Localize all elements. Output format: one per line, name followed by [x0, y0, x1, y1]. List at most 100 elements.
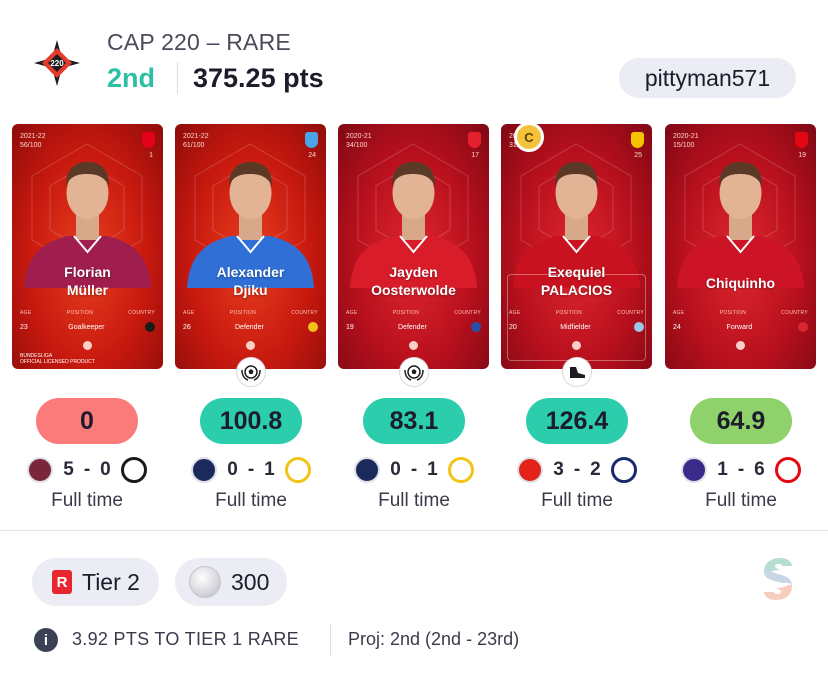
position-label: POSITION [392, 310, 420, 316]
match-status: Full time [378, 490, 450, 511]
tier-progress-text: 3.92 PTS TO TIER 1 RARE [72, 629, 299, 649]
match-status: Full time [215, 490, 287, 511]
player-first-name: Florian [64, 264, 111, 280]
position-label: POSITION [229, 310, 257, 316]
jersey-number: 1 [149, 152, 153, 159]
player-last-name: Chiquinho [705, 275, 776, 291]
away-score: 1 [264, 459, 275, 480]
card-season-year: 2021-22 [183, 133, 209, 140]
coins-value: 300 [231, 568, 270, 595]
info-icon[interactable]: i [34, 628, 58, 652]
west-ham-crest-icon [27, 457, 54, 483]
rare-tier-icon: R [52, 570, 72, 594]
soccer-ball-wreath-icon[interactable] [236, 357, 266, 387]
score-dash: - [247, 459, 255, 480]
match-result[interactable]: 5 - 0 [17, 456, 157, 484]
benfica-crest-icon [774, 457, 801, 483]
player-card[interactable]: 2020-21 15/100 19 Chiquinho AGE POSITION… [665, 124, 816, 369]
age-label: AGE [346, 310, 358, 316]
lineup-screen: 220 CAP 220 – RARE 2nd 375.25 pts pittym… [0, 0, 828, 682]
age-label: AGE [509, 310, 521, 316]
tier-pill[interactable]: R Tier 2 [32, 558, 159, 606]
match-result[interactable]: 3 - 2 [507, 456, 647, 484]
player-name: Chiquinho [665, 274, 816, 292]
player-position: Forward [726, 323, 753, 331]
rank-label: 2nd [107, 63, 156, 93]
card-stat-labels: AGE POSITION COUNTRY [509, 310, 644, 316]
tier-label: Tier 2 [82, 568, 140, 595]
home-score: 1 [717, 459, 728, 480]
country-flag-icon [308, 322, 318, 332]
match-result[interactable]: 1 - 6 [671, 456, 811, 484]
score-dash: - [737, 459, 745, 480]
player-age: 19 [346, 323, 354, 331]
age-label: AGE [183, 310, 195, 316]
match-result[interactable]: 0 - 1 [344, 456, 484, 484]
home-score: 0 [390, 459, 401, 480]
fenerbahce-crest-icon [191, 457, 218, 483]
player-score[interactable]: 0 [36, 398, 138, 444]
football-boot-icon[interactable] [562, 357, 592, 387]
card-stat-values: 19 Defender [346, 322, 481, 332]
card-stat-labels: AGE POSITION COUNTRY [346, 310, 481, 316]
player-position: Defender [398, 323, 427, 331]
competition-logo-text: 220 [50, 59, 64, 68]
header-separator [177, 62, 178, 94]
away-score: 6 [754, 459, 765, 480]
player-card[interactable]: 2021-22 61/100 24 Alexander Djiku AGE PO… [175, 124, 326, 369]
player-score[interactable]: 126.4 [526, 398, 628, 444]
leverkusen-crest-icon [517, 457, 544, 483]
player-first-name: Alexander [216, 264, 285, 280]
competition-title: CAP 220 – RARE [107, 29, 291, 55]
card-serial: 34/100 [346, 142, 368, 149]
player-last-name: Djiku [233, 282, 268, 298]
card-rarity-dot [736, 341, 745, 350]
player-score[interactable]: 83.1 [363, 398, 465, 444]
position-label: POSITION [719, 310, 747, 316]
player-age: 20 [509, 323, 517, 331]
coins-pill[interactable]: 300 [175, 558, 287, 606]
away-score: 2 [590, 459, 601, 480]
match-status: Full time [541, 490, 613, 511]
soccer-ball-wreath-icon[interactable] [399, 357, 429, 387]
card-stat-values: 20 Midfielder [509, 322, 644, 332]
card-stat-values: 26 Defender [183, 322, 318, 332]
away-score: 1 [427, 459, 438, 480]
score-dash: - [83, 459, 91, 480]
card-season: 2020-21 34/100 [346, 132, 372, 150]
club-crest-icon [795, 132, 808, 148]
card-rarity-dot [83, 341, 92, 350]
sorare-logo-icon [764, 558, 792, 600]
player-card[interactable]: 2020-21 34/100 17 Jayden Oosterwolde AGE… [338, 124, 489, 369]
player-first-name: Exequiel [547, 264, 606, 280]
card-stat-labels: AGE POSITION COUNTRY [673, 310, 808, 316]
age-label: AGE [20, 310, 32, 316]
card-season: 2021-22 61/100 [183, 132, 209, 150]
player-position: Midfielder [560, 323, 591, 331]
country-label: COUNTRY [781, 310, 808, 316]
player-age: 23 [20, 323, 28, 331]
player-score[interactable]: 64.9 [690, 398, 792, 444]
player-position: Defender [235, 323, 264, 331]
card-season: 2020-21 15/100 [673, 132, 699, 150]
match-result[interactable]: 0 - 1 [181, 456, 321, 484]
player-name: Exequiel PALACIOS [501, 263, 652, 299]
card-season: 2021-22 56/100 [20, 132, 46, 150]
player-card[interactable]: 2021-22 56/100 1 Florian Müller AGE POSI… [12, 124, 163, 369]
competition-logo: 220 [34, 40, 80, 86]
player-photo [677, 162, 804, 288]
score-dash: - [410, 459, 418, 480]
club-crest-purple-icon [681, 457, 708, 483]
player-age: 24 [673, 323, 681, 331]
player-score[interactable]: 100.8 [200, 398, 302, 444]
player-name: Florian Müller [12, 263, 163, 299]
jersey-number: 19 [798, 152, 806, 159]
jersey-number: 24 [308, 152, 316, 159]
home-score: 0 [227, 459, 238, 480]
away-score: 0 [100, 459, 111, 480]
player-card[interactable]: 2019 31/100 25 Exequiel PALACIOS AGE POS… [501, 124, 652, 369]
country-flag-icon [634, 322, 644, 332]
section-divider [0, 530, 828, 531]
username-pill[interactable]: pittyman571 [619, 58, 796, 98]
league-badge: BUNDESLIGA OFFICIAL LICENSED PRODUCT [20, 353, 95, 365]
